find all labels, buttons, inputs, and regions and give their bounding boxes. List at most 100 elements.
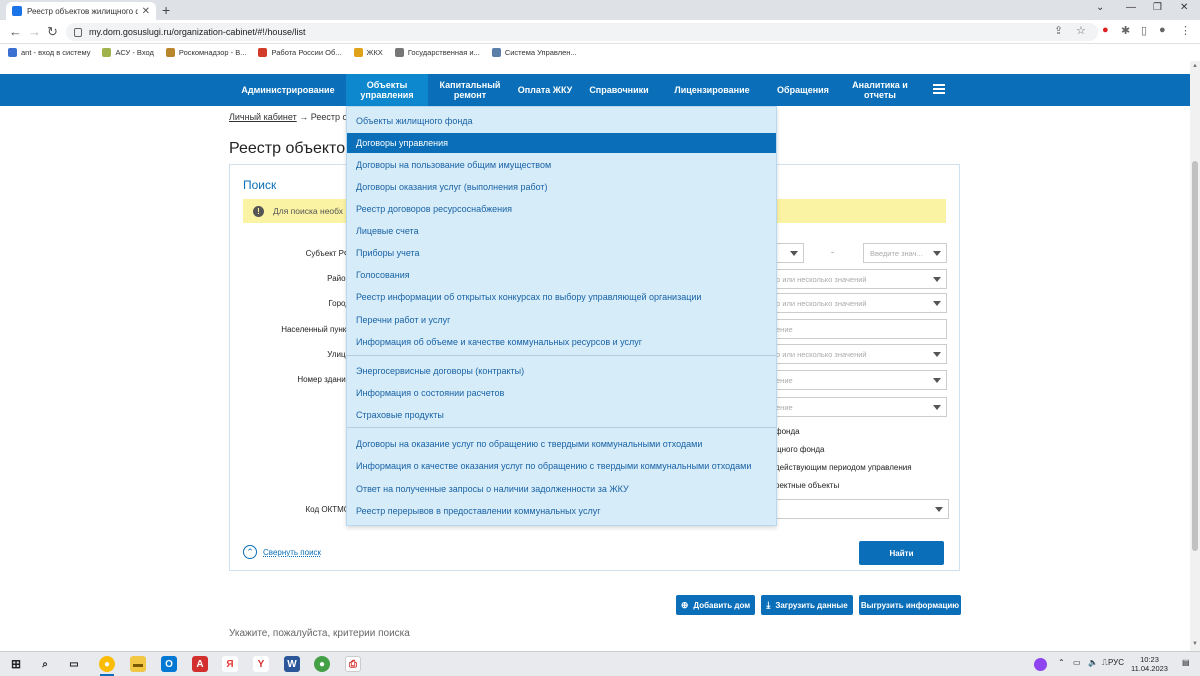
star-icon[interactable]: ☆	[1076, 24, 1086, 37]
menu-item-personal-accounts[interactable]: Лицевые счета	[347, 221, 776, 241]
reload-button[interactable]: ↻	[47, 24, 58, 40]
page-scrollbar[interactable]: ▲ ▼	[1190, 61, 1200, 651]
pdf-icon[interactable]: ⎙	[345, 656, 361, 672]
menu-item-voting[interactable]: Голосования	[347, 265, 776, 285]
menu-item-waste-service-contracts[interactable]: Договоры на оказание услуг по обращению …	[347, 434, 776, 454]
menu-item-waste-service-quality[interactable]: Информация о качестве оказания услуг по …	[347, 456, 776, 476]
side-panel-icon[interactable]: ▯	[1141, 24, 1147, 37]
bookmark-item[interactable]: АСУ - Вход	[102, 48, 154, 57]
nav-appeals[interactable]: Обращения	[770, 74, 836, 106]
menu-item-service-interruptions[interactable]: Реестр перерывов в предоставлении коммун…	[347, 501, 776, 521]
checkbox-label[interactable]: щного фонда	[775, 445, 824, 454]
checkbox-label[interactable]: действующим периодом управления	[775, 463, 912, 472]
city-select[interactable]: о или несколько значений	[770, 293, 947, 313]
menu-item-insurance-products[interactable]: Страховые продукты	[347, 405, 776, 425]
upload-icon: ⤓	[766, 599, 771, 610]
oktmo-select[interactable]	[770, 499, 949, 519]
bookmark-item[interactable]: Роскомнадзор - В...	[165, 48, 246, 57]
menu-item-debt-requests[interactable]: Ответ на полученные запросы о наличии за…	[347, 479, 776, 499]
word-icon[interactable]: W	[284, 656, 300, 672]
outlook-icon[interactable]: O	[161, 656, 177, 672]
menu-item-management-contracts[interactable]: Договоры управления	[347, 133, 776, 153]
extension-flag-icon[interactable]: ●	[1102, 24, 1109, 36]
nav-administration[interactable]: Администрирование	[238, 74, 338, 106]
file-explorer-icon[interactable]: ▬	[130, 656, 146, 672]
share-icon[interactable]: ⇪	[1054, 24, 1063, 37]
browser-tab[interactable]: Реестр объектов жилищного ф... ✕	[6, 2, 156, 20]
yandex-browser-icon[interactable]: Y	[253, 656, 269, 672]
house-number-select[interactable]: ение	[770, 370, 947, 390]
menu-item-service-contracts[interactable]: Договоры оказания услуг (выполнения рабо…	[347, 177, 776, 197]
settlement-input[interactable]: ение	[770, 319, 947, 339]
label-city: Город	[328, 299, 350, 308]
yandex-icon[interactable]: Я	[222, 656, 238, 672]
windows-start-icon[interactable]: ⊞	[8, 656, 24, 672]
nav-analytics[interactable]: Аналитика и отчеты	[845, 74, 915, 106]
label-subject: Субъект РФ	[305, 249, 350, 258]
system-clock[interactable]: 10:23 11.04.2023	[1131, 655, 1168, 673]
menu-item-meters[interactable]: Приборы учета	[347, 243, 776, 263]
menu-item-settlements-state[interactable]: Информация о состоянии расчетов	[347, 383, 776, 403]
menu-item-resource-quality[interactable]: Информация об объеме и качестве коммунал…	[347, 332, 776, 352]
menu-item-work-lists[interactable]: Перечни работ и услуг	[347, 310, 776, 330]
hamburger-menu-icon[interactable]	[933, 84, 945, 95]
building-select[interactable]: ение	[770, 397, 947, 417]
close-tab-icon[interactable]: ✕	[142, 6, 150, 17]
subject-value-input[interactable]: Введите знач...	[863, 243, 947, 263]
scroll-up-icon[interactable]: ▲	[1192, 63, 1198, 69]
menu-item-common-property-contracts[interactable]: Договоры на пользование общим имуществом	[347, 155, 776, 175]
breadcrumb-home-link[interactable]: Личный кабинет	[229, 112, 297, 122]
network-icon[interactable]: ⎍	[1102, 658, 1108, 668]
collapse-search-link[interactable]: Свернуть поиск	[263, 548, 321, 557]
street-select[interactable]: о или несколько значений	[770, 344, 947, 364]
district-select[interactable]: о или несколько значений	[770, 269, 947, 289]
scroll-thumb[interactable]	[1192, 161, 1198, 551]
bookmark-item[interactable]: ЖКХ	[353, 48, 383, 57]
menu-item-open-tenders[interactable]: Реестр информации об открытых конкурсах …	[347, 287, 776, 307]
menu-item-housing-objects[interactable]: Объекты жилищного фонда	[347, 111, 776, 131]
new-tab-button[interactable]: +	[162, 2, 170, 18]
nav-utility-payment[interactable]: Оплата ЖКУ	[512, 74, 578, 106]
menu-item-resource-supply-contracts[interactable]: Реестр договоров ресурсоснабжения	[347, 199, 776, 219]
assistant-icon[interactable]	[1034, 658, 1047, 671]
scroll-down-icon[interactable]: ▼	[1192, 641, 1198, 647]
forward-button[interactable]: →	[28, 24, 41, 39]
menu-icon[interactable]: ⋮	[1180, 24, 1191, 37]
messenger-icon[interactable]: ●	[314, 656, 330, 672]
language-indicator[interactable]: РУС	[1108, 658, 1124, 667]
chrome-icon[interactable]: ●	[99, 656, 115, 672]
maximize-button[interactable]: ❐	[1153, 2, 1162, 13]
profile-icon[interactable]: ●	[1159, 24, 1166, 36]
nav-licensing[interactable]: Лицензирование	[668, 74, 756, 106]
speaker-icon[interactable]: 🔈	[1088, 658, 1098, 667]
bookmark-item[interactable]: ant - вход в систему	[8, 48, 90, 57]
range-dash: -	[831, 247, 834, 257]
nav-management-objects[interactable]: Объекты управления	[346, 74, 428, 106]
acrobat-icon[interactable]: A	[192, 656, 208, 672]
minimize-button[interactable]: —	[1126, 2, 1136, 13]
chevron-up-icon: ⌃	[243, 545, 257, 559]
menu-item-energy-service-contracts[interactable]: Энергосервисные договоры (контракты)	[347, 361, 776, 381]
find-button[interactable]: Найти	[859, 541, 944, 565]
tray-chevron-icon[interactable]: ⌃	[1058, 658, 1065, 667]
search-icon[interactable]: ⌕	[37, 656, 53, 672]
collapse-search[interactable]: ⌃ Свернуть поиск	[243, 545, 321, 559]
add-house-button[interactable]: ⊕ Добавить дом	[676, 595, 755, 615]
extensions-icon[interactable]: ✱	[1121, 24, 1130, 37]
bookmark-item[interactable]: Система Управлен...	[491, 48, 577, 57]
url-field[interactable]: my.dom.gosuslugi.ru/organization-cabinet…	[66, 23, 1098, 41]
close-window-button[interactable]: ✕	[1180, 2, 1188, 13]
nav-reference-books[interactable]: Справочники	[584, 74, 654, 106]
chevron-down-icon[interactable]: ⌄	[1096, 2, 1104, 13]
export-info-button[interactable]: Выгрузить информацию	[859, 595, 961, 615]
nav-capital-repair[interactable]: Капитальный ремонт	[432, 74, 508, 106]
checkbox-label[interactable]: ректные объекты	[775, 481, 839, 490]
bookmark-item[interactable]: Работа России Об...	[258, 48, 342, 57]
bookmark-item[interactable]: Государственная и...	[394, 48, 480, 57]
upload-data-button[interactable]: ⤓ Загрузить данные	[761, 595, 853, 615]
notifications-icon[interactable]: ▤	[1182, 658, 1190, 667]
back-button[interactable]: ←	[9, 24, 22, 39]
display-icon[interactable]: ▭	[1073, 658, 1081, 667]
checkbox-label[interactable]: фонда	[775, 427, 800, 436]
task-view-icon[interactable]: ▭	[66, 656, 82, 672]
